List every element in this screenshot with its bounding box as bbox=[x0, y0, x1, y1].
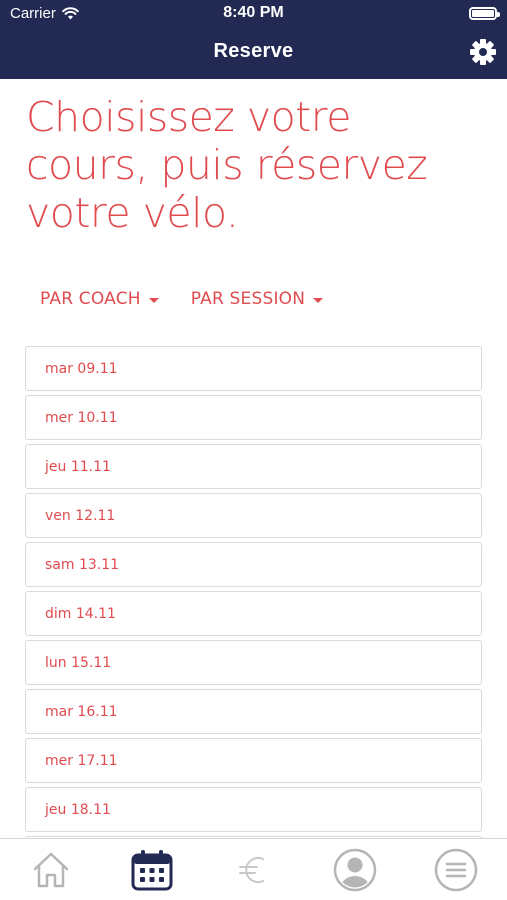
date-item[interactable]: mer 17.11 bbox=[25, 738, 482, 783]
settings-button[interactable] bbox=[469, 38, 497, 66]
date-label: sam 13.11 bbox=[45, 556, 120, 573]
profile-icon bbox=[333, 848, 377, 891]
filter-by-session-dropdown[interactable]: PAR SESSION bbox=[190, 289, 324, 309]
date-item[interactable]: jeu 11.11 bbox=[25, 444, 482, 489]
gear-icon bbox=[470, 39, 496, 65]
filter-by-coach-label: PAR COACH bbox=[40, 289, 141, 309]
headline-line-3: votre vélo. bbox=[26, 189, 239, 237]
euro-icon bbox=[239, 856, 265, 883]
date-label: jeu 18.11 bbox=[45, 801, 111, 818]
date-label: mar 09.11 bbox=[45, 360, 118, 377]
filter-by-coach-dropdown[interactable]: PAR COACH bbox=[40, 289, 159, 309]
tab-home[interactable] bbox=[27, 846, 75, 894]
tab-euro[interactable] bbox=[229, 846, 277, 894]
home-icon bbox=[33, 852, 68, 887]
date-label: ven 12.11 bbox=[45, 507, 116, 524]
battery-icon bbox=[469, 7, 500, 20]
date-label: mer 10.11 bbox=[45, 409, 118, 426]
caret-down-icon bbox=[313, 297, 324, 303]
date-item[interactable]: mar 16.11 bbox=[25, 689, 482, 734]
headline: Choisissez votre cours, puis réservez vo… bbox=[26, 93, 496, 237]
page-title: Reserve bbox=[213, 40, 294, 62]
tab-calendar[interactable] bbox=[128, 846, 176, 894]
date-label: mar 16.11 bbox=[45, 703, 118, 720]
date-item[interactable]: ven 12.11 bbox=[25, 493, 482, 538]
date-label: jeu 11.11 bbox=[45, 458, 111, 475]
menu-icon bbox=[435, 848, 478, 891]
status-bar: Carrier 8:40 PM bbox=[0, 0, 507, 28]
filter-by-session-label: PAR SESSION bbox=[190, 289, 306, 309]
date-list: mar 09.11 mer 10.11 jeu 11.11 ven 12.11 … bbox=[25, 346, 482, 885]
battery-level bbox=[472, 10, 494, 17]
date-label: lun 15.11 bbox=[45, 654, 112, 671]
tab-bar bbox=[0, 838, 507, 900]
filter-bar: PAR COACH PAR SESSION bbox=[40, 289, 324, 309]
date-item[interactable]: mar 09.11 bbox=[25, 346, 482, 391]
date-label: dim 14.11 bbox=[45, 605, 116, 622]
caret-down-icon bbox=[148, 297, 159, 303]
date-label: mer 17.11 bbox=[45, 752, 118, 769]
header: Carrier 8:40 PM Reserve bbox=[0, 0, 507, 79]
date-item[interactable]: sam 13.11 bbox=[25, 542, 482, 587]
date-item[interactable]: jeu 18.11 bbox=[25, 787, 482, 832]
reserve-screen: Carrier 8:40 PM Reserve Choisissez votre… bbox=[0, 0, 507, 900]
headline-line-2: cours, puis réservez bbox=[26, 141, 428, 189]
tab-profile[interactable] bbox=[331, 846, 379, 894]
status-time: 8:40 PM bbox=[223, 4, 284, 21]
date-item[interactable]: dim 14.11 bbox=[25, 591, 482, 636]
tab-menu[interactable] bbox=[432, 846, 480, 894]
calendar-icon bbox=[131, 849, 173, 890]
headline-line-1: Choisissez votre bbox=[26, 93, 351, 141]
date-item[interactable]: lun 15.11 bbox=[25, 640, 482, 685]
date-item[interactable]: mer 10.11 bbox=[25, 395, 482, 440]
